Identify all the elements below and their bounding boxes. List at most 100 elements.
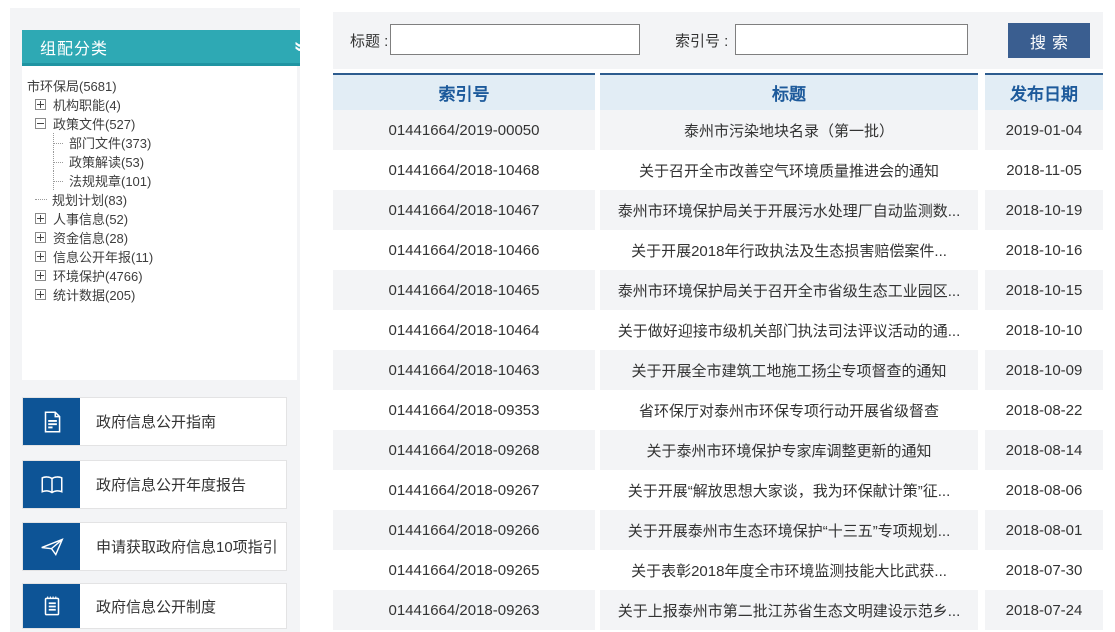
index-no-search-input[interactable] <box>735 24 968 55</box>
disclosure-system-button-label: 政府信息公开制度 <box>96 596 216 617</box>
apply-info-button[interactable]: 申请获取政府信息10项指引 <box>22 522 287 571</box>
cell-date: 2018-10-10 <box>985 310 1103 350</box>
table-row: 01441664/2019-00050 泰州市污染地块名录（第一批） 2019-… <box>333 110 1103 150</box>
cell-title-link[interactable]: 关于开展全市建筑工地施工扬尘专项督查的通知 <box>600 350 978 390</box>
tree-item-label: 信息公开年报(11) <box>53 247 153 266</box>
table-row: 01441664/2018-09263 关于上报泰州市第二批江苏省生态文明建设示… <box>333 590 1103 630</box>
annual-report-button-label: 政府信息公开年度报告 <box>96 474 246 495</box>
cell-index-no: 01441664/2018-10468 <box>333 150 595 190</box>
tree-toggle-icon[interactable] <box>35 99 46 110</box>
tree-item[interactable]: 信息公开年报(11) <box>22 247 297 266</box>
open-book-icon <box>23 461 80 508</box>
table-row: 01441664/2018-09353 省环保厅对泰州市环保专项行动开展省级督查… <box>333 390 1103 430</box>
cell-index-no: 01441664/2018-10466 <box>333 230 595 270</box>
sidebar: 组配分类 » 市环保局(5681) 机构职能(4) 政策文件(527) <box>10 8 300 632</box>
cell-title-link[interactable]: 泰州市环境保护局关于开展污水处理厂自动监测数... <box>600 190 978 230</box>
tree-item[interactable]: 统计数据(205) <box>22 285 297 304</box>
cell-title-link[interactable]: 关于上报泰州市第二批江苏省生态文明建设示范乡... <box>600 590 978 630</box>
cell-title-link[interactable]: 关于开展“解放思想大家谈，我为环保献计策”征... <box>600 470 978 510</box>
tree-toggle-icon[interactable] <box>53 171 64 190</box>
tree-toggle-icon[interactable] <box>35 213 46 224</box>
document-table: 索引号 标题 发布日期 01441664/2019-00050 泰州市污染地块名… <box>333 73 1103 630</box>
table-row: 01441664/2018-10465 泰州市环境保护局关于召开全市省级生态工业… <box>333 270 1103 310</box>
tree-item[interactable]: 政策解读(53) <box>22 152 297 171</box>
cell-date: 2018-10-19 <box>985 190 1103 230</box>
table-row: 01441664/2018-10467 泰州市环境保护局关于开展污水处理厂自动监… <box>333 190 1103 230</box>
cell-date: 2018-10-16 <box>985 230 1103 270</box>
tree-toggle-icon[interactable] <box>35 251 46 262</box>
tree-item-label: 政策解读(53) <box>69 152 144 171</box>
table-row: 01441664/2018-09266 关于开展泰州市生态环境保护“十三五”专项… <box>333 510 1103 550</box>
search-panel: 标题 : 索引号 : 搜索 <box>333 12 1103 69</box>
paper-plane-icon <box>23 523 80 570</box>
tree-item-label: 统计数据(205) <box>53 285 135 304</box>
tree-item[interactable]: 政策文件(527) <box>22 114 297 133</box>
tree-item[interactable]: 机构职能(4) <box>22 95 297 114</box>
tree-toggle-icon[interactable] <box>35 270 46 281</box>
column-header-index-no: 索引号 <box>333 73 595 110</box>
cell-index-no: 01441664/2018-09353 <box>333 390 595 430</box>
category-header-title: 组配分类 <box>40 35 108 59</box>
cell-date: 2018-10-09 <box>985 350 1103 390</box>
cell-index-no: 01441664/2018-10464 <box>333 310 595 350</box>
guide-button-label: 政府信息公开指南 <box>96 411 216 432</box>
cell-title-link[interactable]: 泰州市环境保护局关于召开全市省级生态工业园区... <box>600 270 978 310</box>
table-row: 01441664/2018-09267 关于开展“解放思想大家谈，我为环保献计策… <box>333 470 1103 510</box>
tree-toggle-icon[interactable] <box>53 152 64 171</box>
cell-index-no: 01441664/2018-10465 <box>333 270 595 310</box>
cell-title-link[interactable]: 省环保厅对泰州市环保专项行动开展省级督查 <box>600 390 978 430</box>
index-no-field-label: 索引号 : <box>675 12 728 69</box>
tree-toggle-icon[interactable] <box>35 118 46 129</box>
table-row: 01441664/2018-09265 关于表彰2018年度全市环境监测技能大比… <box>333 550 1103 590</box>
title-field-label: 标题 : <box>350 12 388 69</box>
tree-item-label: 人事信息(52) <box>53 209 128 228</box>
tree-item[interactable]: 市环保局(5681) <box>22 76 297 95</box>
cell-title-link[interactable]: 关于开展2018年行政执法及生态损害赔偿案件... <box>600 230 978 270</box>
disclosure-system-button[interactable]: 政府信息公开制度 <box>22 583 287 629</box>
double-chevron-down-icon[interactable]: » <box>290 41 300 52</box>
tree-item[interactable]: 环境保护(4766) <box>22 266 297 285</box>
annual-report-button[interactable]: 政府信息公开年度报告 <box>22 460 287 509</box>
category-tree-panel: 市环保局(5681) 机构职能(4) 政策文件(527) 部门文件(373) <box>22 66 297 380</box>
cell-index-no: 01441664/2019-00050 <box>333 110 595 150</box>
tree-item[interactable]: 规划计划(83) <box>22 190 297 209</box>
tree-item-label: 规划计划(83) <box>52 190 127 209</box>
search-button[interactable]: 搜索 <box>1008 23 1090 58</box>
cell-title-link[interactable]: 关于开展泰州市生态环境保护“十三五”专项规划... <box>600 510 978 550</box>
cell-title-link[interactable]: 关于泰州市环境保护专家库调整更新的通知 <box>600 430 978 470</box>
cell-index-no: 01441664/2018-09266 <box>333 510 595 550</box>
tree-toggle-icon[interactable] <box>35 199 47 201</box>
tree-item[interactable]: 人事信息(52) <box>22 209 297 228</box>
category-header: 组配分类 » <box>22 30 300 66</box>
tree-item[interactable]: 部门文件(373) <box>22 133 297 152</box>
cell-date: 2018-07-30 <box>985 550 1103 590</box>
tree-toggle-icon[interactable] <box>35 289 46 300</box>
tree-toggle-icon[interactable] <box>53 133 64 152</box>
category-tree: 市环保局(5681) 机构职能(4) 政策文件(527) 部门文件(373) <box>22 76 297 304</box>
cell-index-no: 01441664/2018-09267 <box>333 470 595 510</box>
cell-index-no: 01441664/2018-10467 <box>333 190 595 230</box>
title-search-input[interactable] <box>390 24 640 55</box>
tree-toggle-icon[interactable] <box>35 232 46 243</box>
tree-item[interactable]: 法规规章(101) <box>22 171 297 190</box>
cell-title-link[interactable]: 泰州市污染地块名录（第一批） <box>600 110 978 150</box>
table-row: 01441664/2018-10468 关于召开全市改善空气环境质量推进会的通知… <box>333 150 1103 190</box>
tree-item-label: 机构职能(4) <box>53 95 121 114</box>
cell-title-link[interactable]: 关于做好迎接市级机关部门执法司法评议活动的通... <box>600 310 978 350</box>
cell-title-link[interactable]: 关于召开全市改善空气环境质量推进会的通知 <box>600 150 978 190</box>
clipboard-icon <box>23 584 80 628</box>
cell-date: 2018-08-22 <box>985 390 1103 430</box>
tree-item-label: 环境保护(4766) <box>53 266 143 285</box>
cell-index-no: 01441664/2018-09263 <box>333 590 595 630</box>
table-row: 01441664/2018-10466 关于开展2018年行政执法及生态损害赔偿… <box>333 230 1103 270</box>
cell-title-link[interactable]: 关于表彰2018年度全市环境监测技能大比武获... <box>600 550 978 590</box>
cell-date: 2018-08-14 <box>985 430 1103 470</box>
tree-item[interactable]: 资金信息(28) <box>22 228 297 247</box>
tree-item-label: 部门文件(373) <box>69 133 151 152</box>
guide-button[interactable]: 政府信息公开指南 <box>22 397 287 446</box>
table-row: 01441664/2018-09268 关于泰州市环境保护专家库调整更新的通知 … <box>333 430 1103 470</box>
cell-date: 2018-07-24 <box>985 590 1103 630</box>
cell-date: 2018-08-01 <box>985 510 1103 550</box>
tree-item-label: 资金信息(28) <box>53 228 128 247</box>
column-header-date: 发布日期 <box>985 73 1103 110</box>
